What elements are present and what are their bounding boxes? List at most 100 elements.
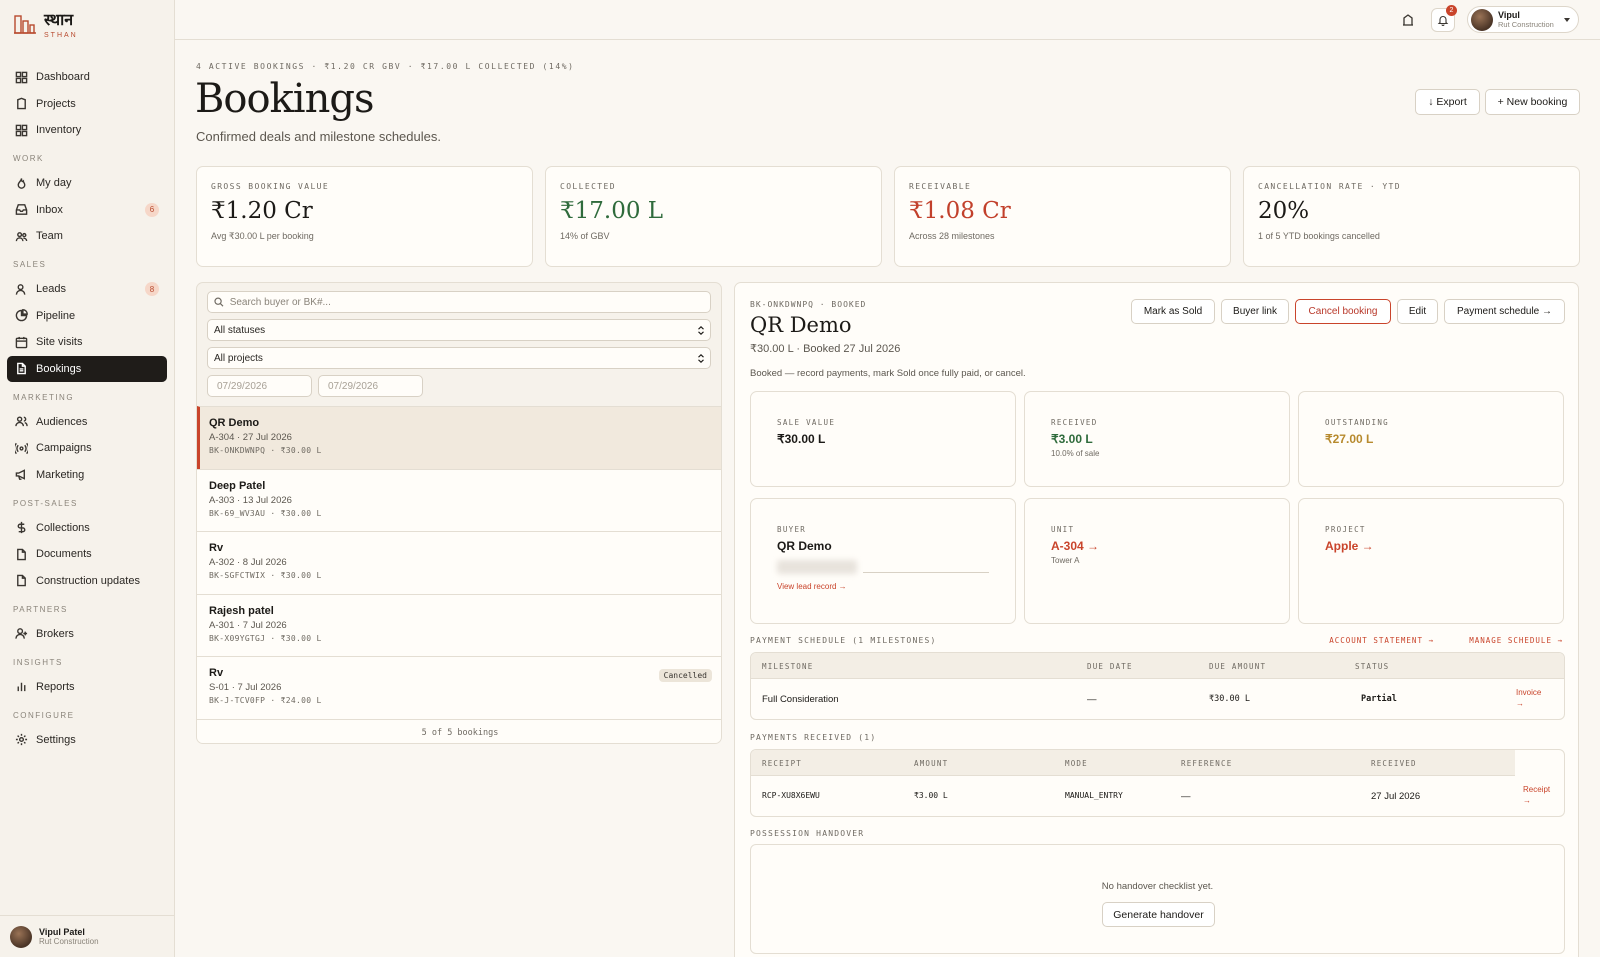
sidebar-item-label: Inventory — [36, 124, 82, 137]
handover-section-label: POSSESSION HANDOVER — [750, 829, 865, 838]
view-lead-record-link[interactable]: View lead record → — [777, 582, 989, 591]
sidebar-item-campaigns[interactable]: Campaigns — [7, 435, 167, 462]
edit-button[interactable]: Edit — [1397, 299, 1438, 324]
search-input[interactable] — [229, 296, 710, 308]
sidebar-item-documents[interactable]: Documents — [7, 541, 167, 568]
booking-row[interactable]: Rajesh patel A-301 · 7 Jul 2026 BK-X09YG… — [197, 593, 721, 656]
booking-row[interactable]: Rv A-302 · 8 Jul 2026 BK-SGFCTWIX · ₹30.… — [197, 531, 721, 594]
sidebar-item-projects[interactable]: Projects — [7, 91, 167, 118]
booking-code: BK-ONKDWNPQ · ₹30.00 L — [209, 446, 322, 455]
new-booking-button[interactable]: + New booking — [1485, 89, 1580, 115]
sidebar-item-bookings[interactable]: Bookings — [7, 355, 167, 382]
sidebar-item-reports[interactable]: Reports — [7, 674, 167, 701]
manage-schedule-link[interactable]: MANAGE SCHEDULE → — [1469, 636, 1563, 645]
user-menu-button[interactable]: Vipul Rut Construction — [1467, 6, 1579, 33]
payment-schedule-table: MILESTONE DUE DATE DUE AMOUNT STATUS Ful… — [750, 652, 1565, 720]
payments-section-label: PAYMENTS RECEIVED (1) — [750, 733, 877, 742]
outstanding-card: OUTSTANDING ₹27.00 L — [1298, 391, 1564, 487]
notifications-button[interactable]: 2 — [1431, 5, 1457, 32]
brand-name: स्थान — [44, 12, 74, 29]
booking-note: Booked — record payments, mark Sold once… — [750, 368, 1026, 379]
column-header: STATUS — [1355, 662, 1390, 671]
status-select[interactable]: All statuses — [207, 319, 711, 341]
table-row: Full Consideration — ₹30.00 L Partial In… — [751, 679, 1564, 719]
column-header: DUE AMOUNT — [1209, 662, 1267, 671]
booking-row[interactable]: Deep Patel A-303 · 13 Jul 2026 BK-69_WV3… — [197, 468, 721, 531]
sidebar-item-dashboard[interactable]: Dashboard — [7, 64, 167, 91]
sidebar-item-pipeline[interactable]: Pipeline — [7, 303, 167, 330]
sidebar-item-marketing[interactable]: Marketing — [7, 462, 167, 489]
sidebar-item-label: Inbox — [36, 203, 63, 216]
stat-label: GROSS BOOKING VALUE — [211, 182, 330, 191]
flame-icon — [17, 178, 26, 189]
receipt-link[interactable]: Receipt → — [1523, 784, 1555, 806]
search-field[interactable] — [207, 291, 711, 313]
sidebar-item-settings[interactable]: Settings — [7, 727, 167, 754]
received-date: 27 Jul 2026 — [1371, 791, 1421, 802]
sidebar-item-label: Projects — [36, 97, 76, 110]
sidebar-item-audiences[interactable]: Audiences — [7, 409, 167, 436]
date-to-input[interactable]: 07/29/2026 — [318, 375, 423, 397]
user-plus-icon — [15, 628, 28, 639]
project-card: PROJECT Apple → — [1298, 498, 1564, 624]
stat-card-receivable: RECEIVABLE ₹1.08 Cr Across 28 milestones — [894, 166, 1231, 267]
logo-mark-icon — [1403, 14, 1413, 26]
sidebar-item-label: Collections — [36, 521, 90, 534]
column-header: RECEIPT — [762, 759, 803, 768]
project-select[interactable]: All projects — [207, 347, 711, 369]
cancel-booking-button[interactable]: Cancel booking — [1295, 299, 1391, 324]
sidebar-item-brokers[interactable]: Brokers — [7, 621, 167, 648]
document-icon — [17, 362, 26, 375]
sidebar-user[interactable]: Vipul Patel Rut Construction — [0, 915, 175, 957]
notification-count-badge: 2 — [1446, 5, 1457, 16]
stat-label: RECEIVABLE — [909, 182, 972, 191]
sidebar-item-inbox[interactable]: Inbox 6 — [7, 197, 167, 224]
payment-schedule-button[interactable]: Payment schedule → — [1444, 299, 1565, 324]
sidebar-item-leads[interactable]: Leads 8 — [7, 276, 167, 303]
sale-value-card: SALE VALUE ₹30.00 L — [750, 391, 1016, 487]
megaphone-icon — [15, 469, 25, 481]
sidebar-item-my-day[interactable]: My day — [7, 170, 167, 197]
column-header: DUE DATE — [1087, 662, 1133, 671]
theme-toggle-button[interactable] — [1396, 8, 1420, 32]
schedule-section-label: PAYMENT SCHEDULE (1 MILESTONES) — [750, 636, 937, 645]
topbar: 2 Vipul Rut Construction — [175, 0, 1600, 40]
booking-unit-date: A-301 · 7 Jul 2026 — [209, 619, 287, 631]
sidebar-item-team[interactable]: Team — [7, 223, 167, 250]
mark-as-sold-button[interactable]: Mark as Sold — [1131, 299, 1215, 324]
status-select-value: All statuses — [214, 324, 266, 336]
booking-buyer: Rv — [209, 542, 224, 554]
project-link[interactable]: Apple → — [1325, 539, 1537, 553]
sidebar-item-label: Brokers — [36, 627, 74, 640]
select-arrows-icon — [698, 353, 704, 363]
payment-amount: ₹3.00 L — [914, 791, 948, 800]
card-value: ₹3.00 L — [1051, 432, 1093, 446]
account-statement-link[interactable]: ACCOUNT STATEMENT → — [1329, 636, 1434, 645]
sidebar-item-collections[interactable]: Collections — [7, 515, 167, 542]
card-value: QR Demo — [777, 539, 832, 553]
brand-logo[interactable]: स्थान STHAN — [14, 12, 78, 39]
buyer-link-button[interactable]: Buyer link — [1221, 299, 1289, 324]
sidebar-item-label: Audiences — [36, 415, 88, 428]
handover-empty-text: No handover checklist yet. — [1101, 881, 1214, 892]
card-label: PROJECT — [1325, 525, 1366, 534]
bell-icon — [1437, 16, 1449, 26]
sidebar-item-inventory[interactable]: Inventory — [7, 117, 167, 144]
milestone-status: Partial — [1361, 694, 1397, 704]
stat-value: ₹1.20 Cr — [211, 198, 313, 224]
booking-row[interactable]: Rv S-01 · 7 Jul 2026 BK-J-TCV0FP · ₹24.0… — [197, 656, 721, 719]
page-kicker: 4 ACTIVE BOOKINGS · ₹1.20 CR GBV · ₹17.0… — [196, 62, 575, 71]
booking-row[interactable]: QR Demo A-304 · 27 Jul 2026 BK-ONKDWNPQ … — [197, 406, 721, 469]
invoice-link[interactable]: Invoice → — [1516, 687, 1548, 709]
sidebar-item-construction-updates[interactable]: Construction updates — [7, 568, 167, 595]
export-button[interactable]: ↓ Export — [1415, 89, 1480, 115]
date-from-input[interactable]: 07/29/2026 — [207, 375, 312, 397]
chevron-down-icon — [1564, 18, 1570, 22]
generate-handover-button[interactable]: Generate handover — [1102, 902, 1215, 927]
booking-unit-date: A-304 · 27 Jul 2026 — [209, 432, 292, 443]
unit-link[interactable]: A-304 → — [1051, 539, 1263, 553]
nav-section-insights: INSIGHTS — [13, 657, 63, 667]
inbox-icon — [15, 204, 28, 216]
sidebar-item-site-visits[interactable]: Site visits — [7, 329, 167, 356]
column-header: MILESTONE — [762, 662, 814, 671]
